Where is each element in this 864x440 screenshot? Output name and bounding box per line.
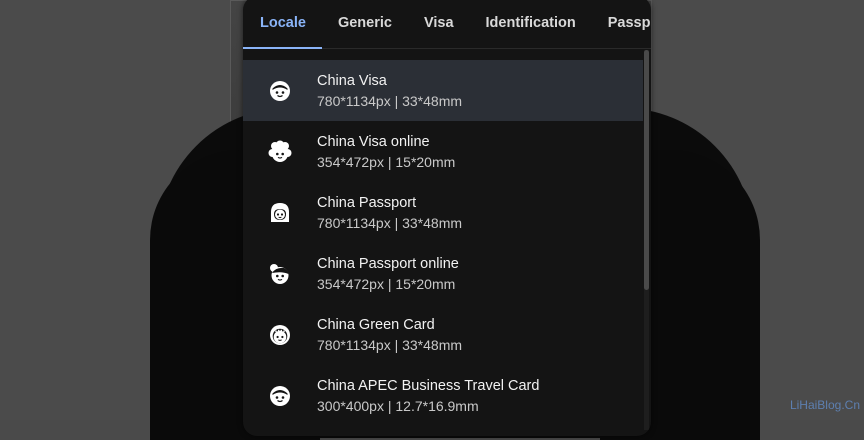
- item-size: 354*472px | 15*20mm: [317, 153, 456, 170]
- item-title: China Passport online: [317, 255, 459, 272]
- item-size: 300*400px | 12.7*16.9mm: [317, 397, 479, 414]
- scrollbar-thumb[interactable]: [644, 50, 649, 290]
- list-scrollbar[interactable]: [644, 50, 649, 430]
- template-picker-panel: Locale Generic Visa Identification Passp…: [243, 0, 651, 436]
- face-smile-icon: [270, 80, 290, 101]
- face-long-hair-icon: [271, 202, 289, 222]
- face-smile-icon: [270, 385, 290, 406]
- face-dotted-hair-icon: [270, 324, 290, 345]
- list-item-china-visa[interactable]: China Visa 780*1134px | 33*48mm: [243, 60, 643, 121]
- item-size: 354*472px | 15*20mm: [317, 275, 456, 292]
- tab-visa[interactable]: Visa: [408, 0, 470, 48]
- item-size: 780*1134px | 33*48mm: [317, 92, 463, 109]
- face-curly-hair-icon: [268, 140, 292, 162]
- category-tabs: Locale Generic Visa Identification Passp…: [243, 0, 651, 49]
- list-item-china-visa-online[interactable]: China Visa online 354*472px | 15*20mm: [243, 121, 643, 182]
- tab-locale[interactable]: Locale: [243, 0, 322, 49]
- tab-identification[interactable]: Identification: [470, 0, 592, 48]
- watermark: LiHaiBlog.Cn: [789, 398, 860, 412]
- item-title: China Visa: [317, 72, 387, 89]
- list-item-china-green-card[interactable]: China Green Card 780*1134px | 33*48mm: [243, 304, 643, 365]
- item-title: China Visa online: [317, 133, 430, 150]
- face-bun-hair-icon: [270, 263, 289, 284]
- item-size: 780*1134px | 33*48mm: [317, 336, 463, 353]
- list-item-china-passport-online[interactable]: China Passport online 354*472px | 15*20m…: [243, 243, 643, 304]
- item-title: China Passport: [317, 194, 417, 211]
- tab-passport[interactable]: Passport: [592, 0, 651, 48]
- item-title: China APEC Business Travel Card: [317, 377, 540, 394]
- template-list: China Visa 780*1134px | 33*48mm China Vi…: [243, 60, 643, 426]
- list-item-china-apec-card[interactable]: China APEC Business Travel Card 300*400p…: [243, 365, 643, 426]
- item-size: 780*1134px | 33*48mm: [317, 214, 463, 231]
- tab-generic[interactable]: Generic: [322, 0, 408, 48]
- list-item-china-passport[interactable]: China Passport 780*1134px | 33*48mm: [243, 182, 643, 243]
- item-title: China Green Card: [317, 316, 435, 333]
